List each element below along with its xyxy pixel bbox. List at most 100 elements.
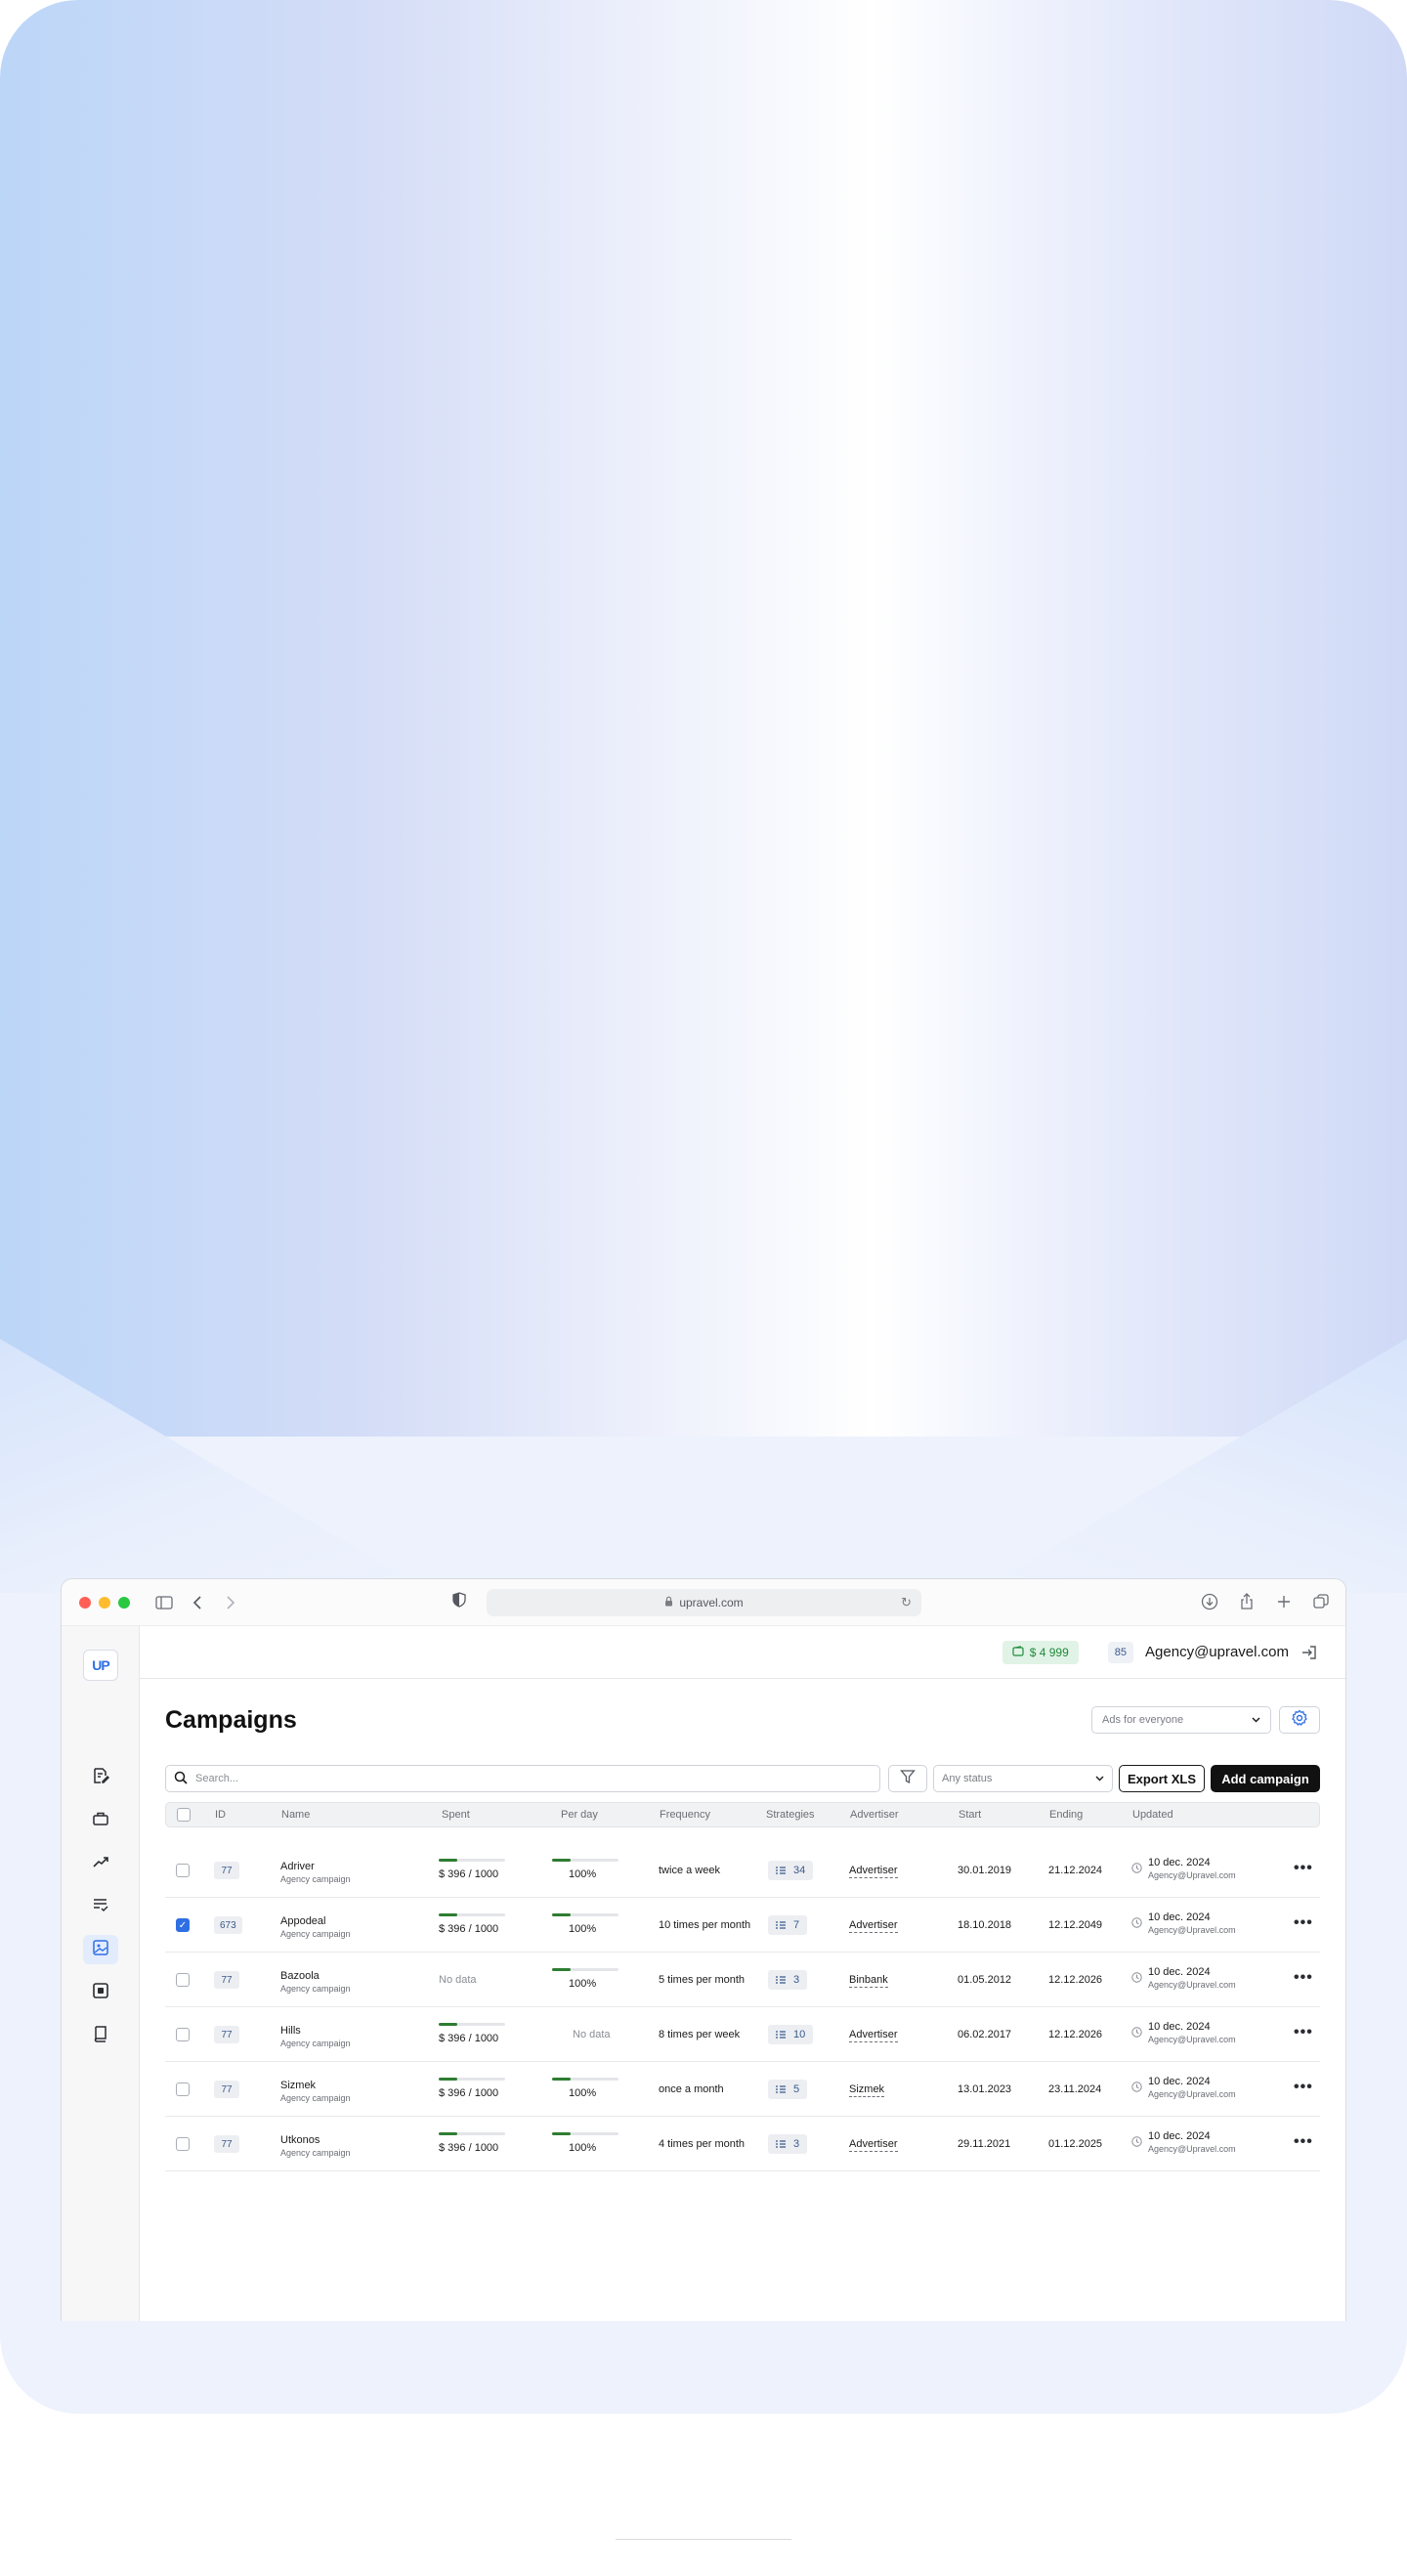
more-actions-icon[interactable]: ••• — [1294, 2133, 1313, 2151]
table-row[interactable]: 77 Sizmek Agency campaign $ 396 / 1000 1… — [165, 2062, 1320, 2117]
app-logo[interactable]: UP — [83, 1650, 118, 1681]
close-window-button[interactable] — [79, 1596, 91, 1609]
sidebar-item-portfolio[interactable] — [83, 1806, 118, 1835]
column-header-id[interactable]: ID — [215, 1809, 226, 1821]
tabs-overview-icon[interactable] — [1310, 1591, 1332, 1612]
per-day-value: 100% — [569, 1978, 597, 1990]
search-input[interactable]: Search... — [165, 1765, 880, 1792]
logout-icon[interactable] — [1300, 1644, 1318, 1661]
column-header-frequency[interactable]: Frequency — [660, 1809, 710, 1821]
hero-background — [0, 0, 1407, 1578]
campaign-name-cell: Utkonos Agency campaign — [280, 2134, 351, 2158]
row-checkbox[interactable] — [176, 1864, 190, 1877]
more-actions-icon[interactable]: ••• — [1294, 1860, 1313, 1877]
row-checkbox[interactable] — [176, 2082, 190, 2096]
advertiser-link[interactable]: Advertiser — [849, 2138, 898, 2152]
wallet-icon — [1012, 1645, 1024, 1659]
row-checkbox[interactable] — [176, 1973, 190, 1987]
share-icon[interactable] — [1236, 1591, 1258, 1612]
chevron-down-icon — [1095, 1773, 1104, 1784]
column-header-advertiser[interactable]: Advertiser — [850, 1809, 899, 1821]
table-row[interactable]: 77 Bazoola Agency campaign No data 100% … — [165, 1953, 1320, 2007]
settings-button[interactable] — [1279, 1706, 1320, 1734]
row-checkbox[interactable] — [176, 2137, 190, 2151]
column-header-strategies[interactable]: Strategies — [766, 1809, 815, 1821]
minimize-window-button[interactable] — [99, 1596, 110, 1609]
strategies-badge[interactable]: 5 — [768, 2080, 808, 2099]
table-body: 77 Adriver Agency campaign $ 396 / 1000 … — [165, 1843, 1320, 2171]
address-bar[interactable]: upravel.com ↻ — [487, 1589, 921, 1616]
table-row[interactable]: ✓ 673 Appodeal Agency campaign $ 396 / 1… — [165, 1898, 1320, 1953]
balance-badge[interactable]: $ 4 999 — [1002, 1640, 1079, 1664]
campaign-type: Agency campaign — [280, 1929, 351, 1939]
strategies-badge[interactable]: 10 — [768, 2025, 814, 2044]
advertiser-link[interactable]: Binbank — [849, 1974, 888, 1988]
status-select[interactable]: Any status — [933, 1765, 1113, 1792]
privacy-shield-icon[interactable] — [452, 1592, 466, 1612]
maximize-window-button[interactable] — [118, 1596, 130, 1609]
column-header-start[interactable]: Start — [959, 1809, 981, 1821]
column-header-updated[interactable]: Updated — [1132, 1809, 1173, 1821]
account-email[interactable]: Agency@upravel.com — [1145, 1644, 1289, 1660]
sidebar-item-statistics[interactable] — [83, 1849, 118, 1878]
campaign-name[interactable]: Sizmek — [280, 2080, 351, 2091]
notification-count[interactable]: 85 — [1107, 1641, 1134, 1663]
spent-cell: $ 396 / 1000 — [439, 1859, 505, 1880]
spent-progress-bar — [439, 2023, 505, 2026]
sidebar-toggle-icon[interactable] — [153, 1592, 175, 1613]
briefcase-icon — [92, 1810, 109, 1832]
more-actions-icon[interactable]: ••• — [1294, 2024, 1313, 2041]
advertiser-link[interactable]: Sizmek — [849, 2083, 885, 2097]
row-checkbox[interactable] — [176, 2028, 190, 2041]
sidebar-item-placements[interactable] — [83, 1978, 118, 2007]
campaign-name[interactable]: Adriver — [280, 1861, 351, 1872]
advertiser-link[interactable]: Advertiser — [849, 2029, 898, 2042]
campaign-name[interactable]: Hills — [280, 2025, 351, 2037]
strategies-badge[interactable]: 7 — [768, 1915, 808, 1935]
clock-icon — [1131, 1970, 1142, 1988]
strategies-icon — [776, 2031, 786, 2039]
sidebar-item-tasks[interactable] — [83, 1892, 118, 1921]
strategies-badge[interactable]: 3 — [768, 2134, 808, 2154]
column-header-name[interactable]: Name — [281, 1809, 310, 1821]
updated-date: 10 dec. 2024 — [1148, 1966, 1211, 1978]
per-day-value: 100% — [569, 1923, 597, 1935]
campaign-name[interactable]: Bazoola — [280, 1970, 351, 1982]
column-header-ending[interactable]: Ending — [1049, 1809, 1083, 1821]
sidebar-item-docs[interactable] — [83, 2021, 118, 2050]
column-header-per-day[interactable]: Per day — [561, 1809, 598, 1821]
reload-icon[interactable]: ↻ — [901, 1595, 912, 1610]
trending-icon — [92, 1853, 109, 1875]
strategies-badge[interactable]: 3 — [768, 1970, 808, 1990]
campaign-id: 77 — [214, 1862, 239, 1879]
add-campaign-button[interactable]: Add campaign — [1211, 1765, 1320, 1792]
more-actions-icon[interactable]: ••• — [1294, 2079, 1313, 2096]
sidebar-item-creatives[interactable] — [83, 1935, 118, 1964]
campaign-name[interactable]: Utkonos — [280, 2134, 351, 2146]
forward-icon[interactable] — [220, 1592, 241, 1613]
campaign-name[interactable]: Appodeal — [280, 1915, 351, 1927]
more-actions-icon[interactable]: ••• — [1294, 1914, 1313, 1932]
frequency: 4 times per month — [659, 2138, 746, 2150]
campaign-id: 77 — [214, 2026, 239, 2043]
column-header-spent[interactable]: Spent — [442, 1809, 470, 1821]
select-all-checkbox[interactable] — [177, 1808, 191, 1822]
more-actions-icon[interactable]: ••• — [1294, 1969, 1313, 1987]
strategies-badge[interactable]: 34 — [768, 1861, 814, 1880]
export-xls-button[interactable]: Export XLS — [1119, 1765, 1205, 1792]
advertiser-link[interactable]: Advertiser — [849, 1865, 898, 1878]
filter-button[interactable] — [888, 1765, 927, 1792]
start-date: 29.11.2021 — [958, 2138, 1011, 2150]
table-row[interactable]: 77 Utkonos Agency campaign $ 396 / 1000 … — [165, 2117, 1320, 2171]
frequency: 10 times per month — [659, 1919, 751, 1931]
new-tab-icon[interactable] — [1273, 1591, 1295, 1612]
advertiser-link[interactable]: Advertiser — [849, 1919, 898, 1933]
row-checkbox[interactable]: ✓ — [176, 1918, 190, 1932]
sidebar-item-documents[interactable] — [83, 1763, 118, 1792]
spent-cell: $ 396 / 1000 — [439, 1913, 505, 1935]
table-row[interactable]: 77 Hills Agency campaign $ 396 / 1000 No… — [165, 2007, 1320, 2062]
download-icon[interactable] — [1199, 1591, 1220, 1612]
audience-select[interactable]: Ads for everyone — [1091, 1706, 1271, 1734]
table-row[interactable]: 77 Adriver Agency campaign $ 396 / 1000 … — [165, 1843, 1320, 1898]
back-icon[interactable] — [187, 1592, 208, 1613]
